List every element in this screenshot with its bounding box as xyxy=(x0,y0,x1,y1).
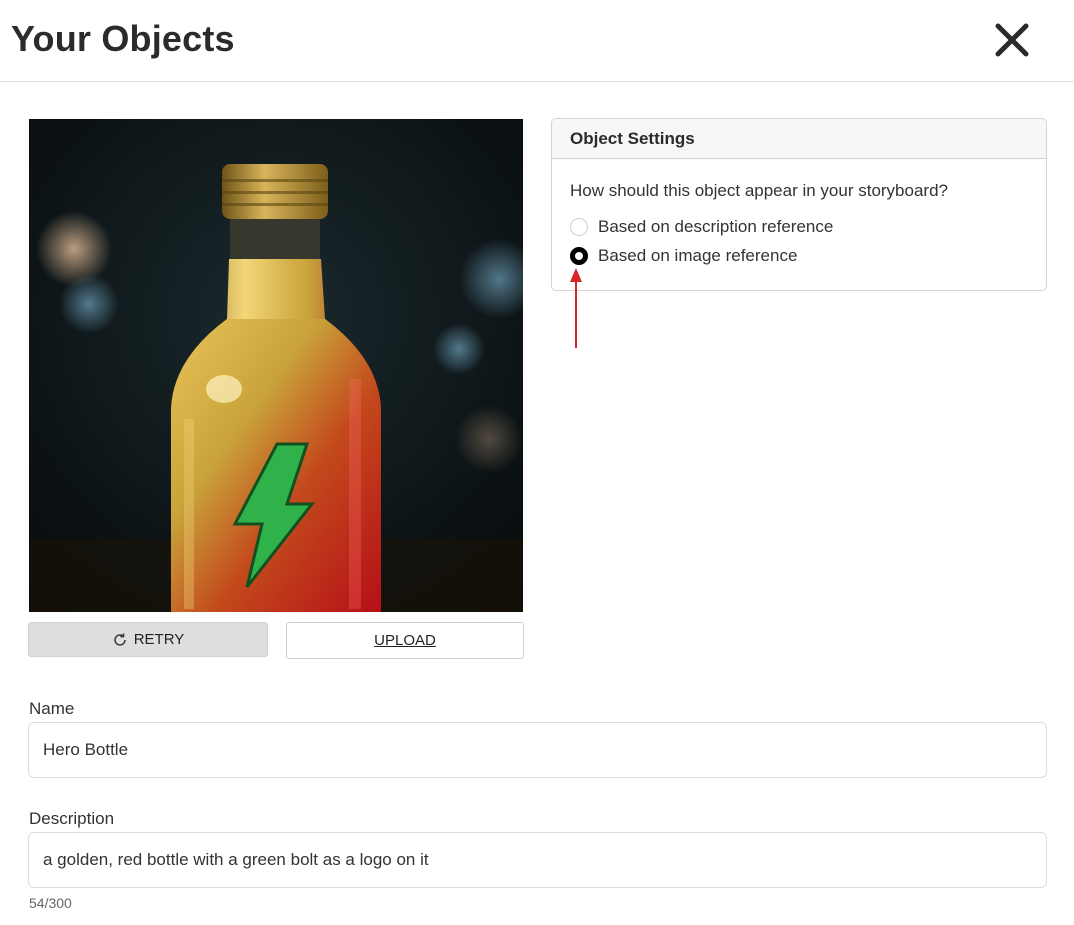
page-title: Your Objects xyxy=(11,18,235,59)
close-button[interactable] xyxy=(990,18,1034,62)
description-label: Description xyxy=(29,809,115,828)
settings-question: How should this object appear in your st… xyxy=(570,181,948,200)
refresh-icon xyxy=(114,633,126,646)
name-label: Name xyxy=(29,699,75,718)
name-input[interactable] xyxy=(28,722,1047,778)
object-settings-panel: Object Settings How should this object a… xyxy=(551,118,1047,291)
header: Your Objects xyxy=(0,0,1074,82)
retry-button[interactable]: RETRY xyxy=(28,622,268,657)
annotation-arrow-icon xyxy=(570,268,582,348)
option-image-reference[interactable]: Based on image reference xyxy=(570,246,797,266)
radio-image-reference[interactable] xyxy=(570,247,588,265)
character-counter: 54/300 xyxy=(29,895,72,911)
close-icon xyxy=(995,23,1029,57)
option-description-reference[interactable]: Based on description reference xyxy=(570,217,833,237)
settings-heading: Object Settings xyxy=(552,119,1046,159)
bottle-image xyxy=(29,119,523,612)
upload-button[interactable]: UPLOAD xyxy=(286,622,524,659)
radio-description-reference[interactable] xyxy=(570,218,588,236)
description-input[interactable] xyxy=(28,832,1047,888)
upload-label: UPLOAD xyxy=(374,632,436,649)
option-label: Based on image reference xyxy=(598,246,798,265)
object-image xyxy=(29,119,523,612)
retry-label: RETRY xyxy=(133,631,185,648)
option-label: Based on description reference xyxy=(598,217,834,236)
